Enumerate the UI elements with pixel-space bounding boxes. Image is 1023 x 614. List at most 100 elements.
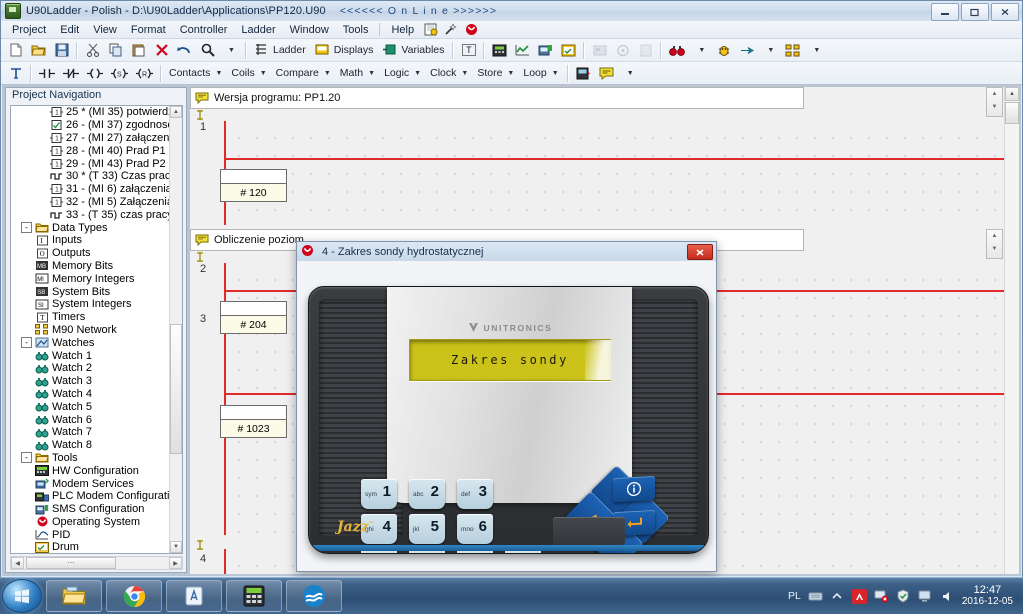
- scroll-thumb[interactable]: [170, 324, 182, 454]
- contacts-menu[interactable]: Contacts ▼: [166, 63, 226, 83]
- tree-item-system-bits[interactable]: SB System Bits: [11, 285, 170, 298]
- tree-item-26-mi-37-zgodnosc[interactable]: 26 - (MI 37) zgodnosc ł: [11, 119, 170, 132]
- tree-item-memory-integers[interactable]: MI Memory Integers: [11, 272, 170, 285]
- tree-expander[interactable]: -: [21, 222, 32, 234]
- operand-box-204[interactable]: # 204: [220, 301, 287, 334]
- tree-vertical-scrollbar[interactable]: ▲ ▼: [169, 106, 182, 553]
- file-explorer-icon[interactable]: [46, 580, 102, 612]
- menu-ladder[interactable]: Ladder: [234, 23, 282, 37]
- h-scroll-thumb[interactable]: ⋯: [26, 557, 116, 569]
- coil-set-icon[interactable]: S: [108, 63, 131, 83]
- unitronics-logo-icon[interactable]: [463, 22, 479, 37]
- tree-item-m90-network[interactable]: M90 Network: [11, 324, 170, 337]
- tree-item-watch-5[interactable]: Watch 5: [11, 400, 170, 413]
- tree-item-system-integers[interactable]: SI System Integers: [11, 298, 170, 311]
- maximize-button[interactable]: [961, 3, 989, 21]
- keyboard-icon[interactable]: [808, 589, 823, 604]
- menu-controller[interactable]: Controller: [173, 23, 235, 37]
- network-error-icon[interactable]: [874, 589, 889, 604]
- displays-button[interactable]: Displays: [312, 40, 378, 60]
- scroll-left-button[interactable]: ◀: [11, 557, 24, 569]
- tree-item-watch-2[interactable]: Watch 2: [11, 362, 170, 375]
- network-dropdown[interactable]: ▼: [805, 40, 826, 60]
- taskbar-clock[interactable]: 12:47 2016-12-05: [962, 584, 1017, 608]
- doc-scroll-up[interactable]: ▲: [1005, 87, 1019, 101]
- info-icon[interactable]: [635, 40, 656, 60]
- text-button[interactable]: T: [458, 40, 479, 60]
- minimize-button[interactable]: [931, 3, 959, 21]
- operand-box-120[interactable]: # 120: [220, 169, 287, 202]
- logic-menu[interactable]: Logic ▼: [381, 63, 425, 83]
- tree-item-hw-configuration[interactable]: HW Configuration: [11, 464, 170, 477]
- tree-item-29-mi-43-prad-p2[interactable]: 1 29 - (MI 43) Prad P2: [11, 157, 170, 170]
- tree-item-30-t-33-czas-pracy[interactable]: 30 * (T 33) Czas pracy ·: [11, 170, 170, 183]
- show-hidden-icons-icon[interactable]: [830, 589, 845, 604]
- tree-item-watches[interactable]: - Watches: [11, 336, 170, 349]
- tray-language[interactable]: PL: [788, 590, 801, 602]
- open-file-icon[interactable]: [28, 40, 49, 60]
- comment-icon[interactable]: [596, 63, 617, 83]
- variables-button[interactable]: Variables: [379, 40, 448, 60]
- compare-menu[interactable]: Compare ▼: [273, 63, 335, 83]
- security-icon[interactable]: [896, 589, 911, 604]
- tree-item-plc-modem-configuration[interactable]: PLC Modem Configuration: [11, 490, 170, 503]
- trend-icon[interactable]: [512, 40, 533, 60]
- find-dropdown[interactable]: ▼: [220, 40, 241, 60]
- doc-scroll-thumb[interactable]: [1005, 102, 1019, 124]
- binoculars-dropdown[interactable]: ▼: [690, 40, 711, 60]
- burn-icon[interactable]: [612, 40, 633, 60]
- scroll-down-button[interactable]: ▼: [170, 541, 182, 553]
- connect-icon[interactable]: [736, 40, 757, 60]
- info-key[interactable]: [613, 475, 655, 503]
- tree-item-watch-1[interactable]: Watch 1: [11, 349, 170, 362]
- close-button[interactable]: [991, 3, 1019, 21]
- google-chrome-icon[interactable]: [106, 580, 162, 612]
- paste-icon[interactable]: [128, 40, 149, 60]
- sms-configuration-icon[interactable]: [535, 40, 556, 60]
- coil-reset-icon[interactable]: R: [133, 63, 156, 83]
- math-menu[interactable]: Math ▼: [337, 63, 379, 83]
- avira-icon[interactable]: [851, 588, 867, 604]
- device-simulator-dialog[interactable]: 4 - Zakres sondy hydrostatycznej UNITRON…: [296, 241, 717, 572]
- project-tree-list[interactable]: 1 25 * (MI 35) potwierdze 26 - (MI 37) zgo…: [11, 106, 170, 553]
- tree-expander[interactable]: -: [21, 337, 32, 349]
- delete-icon[interactable]: [151, 40, 172, 60]
- rung1-vertical-scroll[interactable]: ▲ ▼: [986, 87, 1003, 117]
- tree-item-tools[interactable]: - Tools: [11, 452, 170, 465]
- device-keypad[interactable]: sym 1 abc 2 def 3 ghi 4 jkl 5 mno 6: [361, 465, 670, 553]
- text-editor-icon[interactable]: [166, 580, 222, 612]
- operand-box-1023[interactable]: # 1023: [220, 405, 287, 438]
- help-wizard-icon[interactable]: [423, 22, 439, 37]
- scroll-up-button[interactable]: ▲: [170, 106, 182, 118]
- key-2[interactable]: abc 2: [409, 479, 445, 509]
- text-tool-icon[interactable]: [5, 63, 26, 83]
- tree-item-sms-configuration[interactable]: SMS Configuration: [11, 503, 170, 516]
- menu-edit[interactable]: Edit: [53, 23, 86, 37]
- download-icon[interactable]: [589, 40, 610, 60]
- cut-icon[interactable]: [82, 40, 103, 60]
- display-icon[interactable]: [573, 63, 594, 83]
- key-6[interactable]: mno 6: [457, 514, 493, 544]
- tree-item-pid[interactable]: PID: [11, 528, 170, 541]
- tree-item-outputs[interactable]: O Outputs: [11, 247, 170, 260]
- project-tree[interactable]: 1 25 * (MI 35) potwierdze 26 - (MI 37) zgo…: [10, 105, 183, 554]
- find-icon[interactable]: [197, 40, 218, 60]
- save-file-icon[interactable]: [51, 40, 72, 60]
- menu-format[interactable]: Format: [124, 23, 173, 37]
- hw-configuration-icon[interactable]: [489, 40, 510, 60]
- tree-item-25-mi-35-potwierdze[interactable]: 1 25 * (MI 35) potwierdze: [11, 106, 170, 119]
- tree-item-operating-system[interactable]: Operating System: [11, 516, 170, 529]
- contact-nc-icon[interactable]: [60, 63, 82, 83]
- undo-icon[interactable]: [174, 40, 195, 60]
- key-3[interactable]: def 3: [457, 479, 493, 509]
- device-dialog-close-button[interactable]: [687, 244, 713, 260]
- new-file-icon[interactable]: [5, 40, 26, 60]
- start-orb-icon[interactable]: [2, 579, 42, 613]
- tree-item-28-mi-40-prad-p1[interactable]: 1 28 - (MI 40) Prad P1: [11, 144, 170, 157]
- key-5[interactable]: jkl 5: [409, 514, 445, 544]
- tree-item-33-t-35-czas-pracy-f[interactable]: 33 - (T 35) czas pracy F: [11, 208, 170, 221]
- tree-item-watch-7[interactable]: Watch 7: [11, 426, 170, 439]
- tree-item-watch-6[interactable]: Watch 6: [11, 413, 170, 426]
- tools-wand-icon[interactable]: [443, 22, 459, 37]
- tree-item-31-mi-6-za-czenia-f[interactable]: 1 31 - (MI 6) załączenia F: [11, 183, 170, 196]
